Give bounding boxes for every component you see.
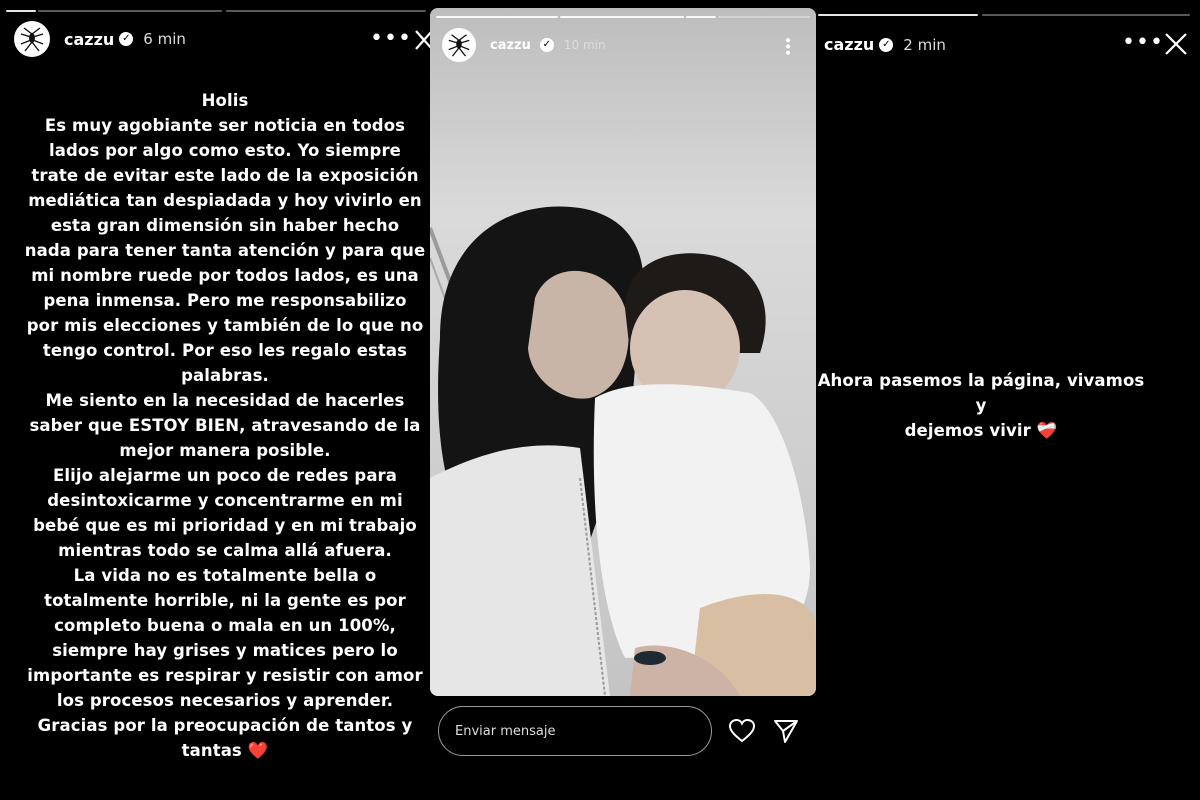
progress-segment-3 (226, 10, 426, 12)
username[interactable]: cazzu (490, 38, 531, 53)
story-header: cazzu ✓ 2 min (824, 35, 946, 54)
send-icon[interactable] (772, 718, 800, 744)
username[interactable]: cazzu (824, 35, 874, 54)
close-icon[interactable] (1164, 32, 1188, 56)
spider-logo-icon (20, 27, 44, 52)
progress-segment-1 (436, 16, 558, 18)
story-text-line: La vida no es totalmente bella o (73, 566, 377, 585)
story-panel-center: cazzu ✓ 10 min ••• Enviar mensaje (430, 0, 818, 800)
story-text-line: esta gran dimensión sin haber hecho (50, 216, 400, 235)
story-text-line: nada para tener tanta atención y para qu… (24, 241, 426, 260)
story-text: Ahora pasemos la página, vivamos y dejemo… (810, 368, 1152, 443)
avatar[interactable] (14, 21, 50, 57)
verified-badge-icon: ✓ (879, 37, 894, 52)
progress-segment-2 (560, 16, 684, 18)
story-text-line: los procesos necesarios y aprender. (56, 691, 394, 710)
verified-badge-icon: ✓ (119, 32, 134, 46)
story-header: cazzu ✓ 6 min (14, 21, 186, 57)
story-text-line: por mis elecciones y también de lo que n… (26, 316, 424, 335)
story-text-line: lados por algo como esto. Yo siempre (49, 141, 401, 160)
story-text-line: Holis (201, 91, 249, 110)
avatar[interactable] (442, 28, 476, 62)
username[interactable]: cazzu (64, 30, 114, 49)
progress-segment-1 (818, 14, 978, 16)
story-text-line: tantas ❤️ (181, 741, 269, 760)
story-text-line: totalmente horrible, ni la gente es por (44, 591, 406, 610)
progress-segment-1 (6, 10, 36, 12)
story-text-line: completo buena o mala en un 100%, (54, 616, 396, 635)
story-text-line: mientras todo se calma allá afuera. (58, 541, 392, 560)
progress-segment-2 (982, 14, 1190, 16)
story-text-line: importante es respirar y resistir con am… (27, 666, 423, 685)
reply-input[interactable]: Enviar mensaje (438, 706, 712, 756)
reply-placeholder: Enviar mensaje (455, 723, 556, 739)
more-options-icon[interactable]: ••• (370, 28, 412, 50)
story-panel-left: cazzu ✓ 6 min ••• Holis Es muy agobiante … (0, 0, 432, 800)
story-photo (430, 8, 816, 696)
story-text-line: Ahora pasemos la página, vivamos y (817, 371, 1145, 415)
progress-segment-4 (718, 16, 810, 18)
story-text-line: palabras. (181, 366, 269, 385)
spider-logo-icon (448, 34, 470, 57)
progress-segment-3 (686, 16, 716, 18)
story-text-line: trate de evitar este lado de la exposici… (31, 166, 419, 185)
post-time: 2 min (903, 35, 946, 54)
story-text-line: Es muy agobiante ser noticia en todos (44, 116, 406, 135)
post-time: 6 min (143, 30, 186, 48)
story-header: cazzu ✓ 10 min (442, 28, 606, 62)
heart-icon[interactable] (728, 718, 756, 744)
more-options-icon[interactable]: ••• (1122, 32, 1164, 54)
story-panel-right: cazzu ✓ 2 min ••• Ahora pasemos la págin… (818, 0, 1200, 800)
story-text-line: tengo control. Por eso les regalo estas (42, 341, 408, 360)
story-text-line: dejemos vivir ❤️‍🩹 (904, 421, 1058, 440)
mother-and-baby-photo (430, 8, 816, 696)
story-text-line: pena inmensa. Pero me responsabilizo (43, 291, 407, 310)
story-text-line: Gracias por la preocupación de tantos y (37, 716, 413, 735)
story-text-line: Elijo alejarme un poco de redes para (52, 466, 398, 485)
verified-badge-icon: ✓ (539, 38, 554, 52)
story-text-line: saber que ESTOY BIEN, atravesando de la (29, 416, 421, 435)
progress-segment-2 (38, 10, 222, 12)
story-text-line: siempre hay grises y matices pero lo (52, 641, 398, 660)
story-text-line: bebé que es mi prioridad y en mi trabajo (33, 516, 417, 535)
story-text-line: Me siento en la necesidad de hacerles (45, 391, 405, 410)
story-text: Holis Es muy agobiante ser noticia en tod… (0, 88, 450, 763)
story-text-line: mediática tan despiadada y hoy vivirlo e… (28, 191, 422, 210)
story-text-line: mi nombre ruede por todos lados, es una (31, 266, 419, 285)
story-text-line: mejor manera posible. (119, 441, 331, 460)
more-options-icon[interactable]: ••• (779, 36, 795, 55)
story-text-line: desintoxicarme y concentrarme en mi (47, 491, 403, 510)
post-time: 10 min (563, 38, 606, 52)
